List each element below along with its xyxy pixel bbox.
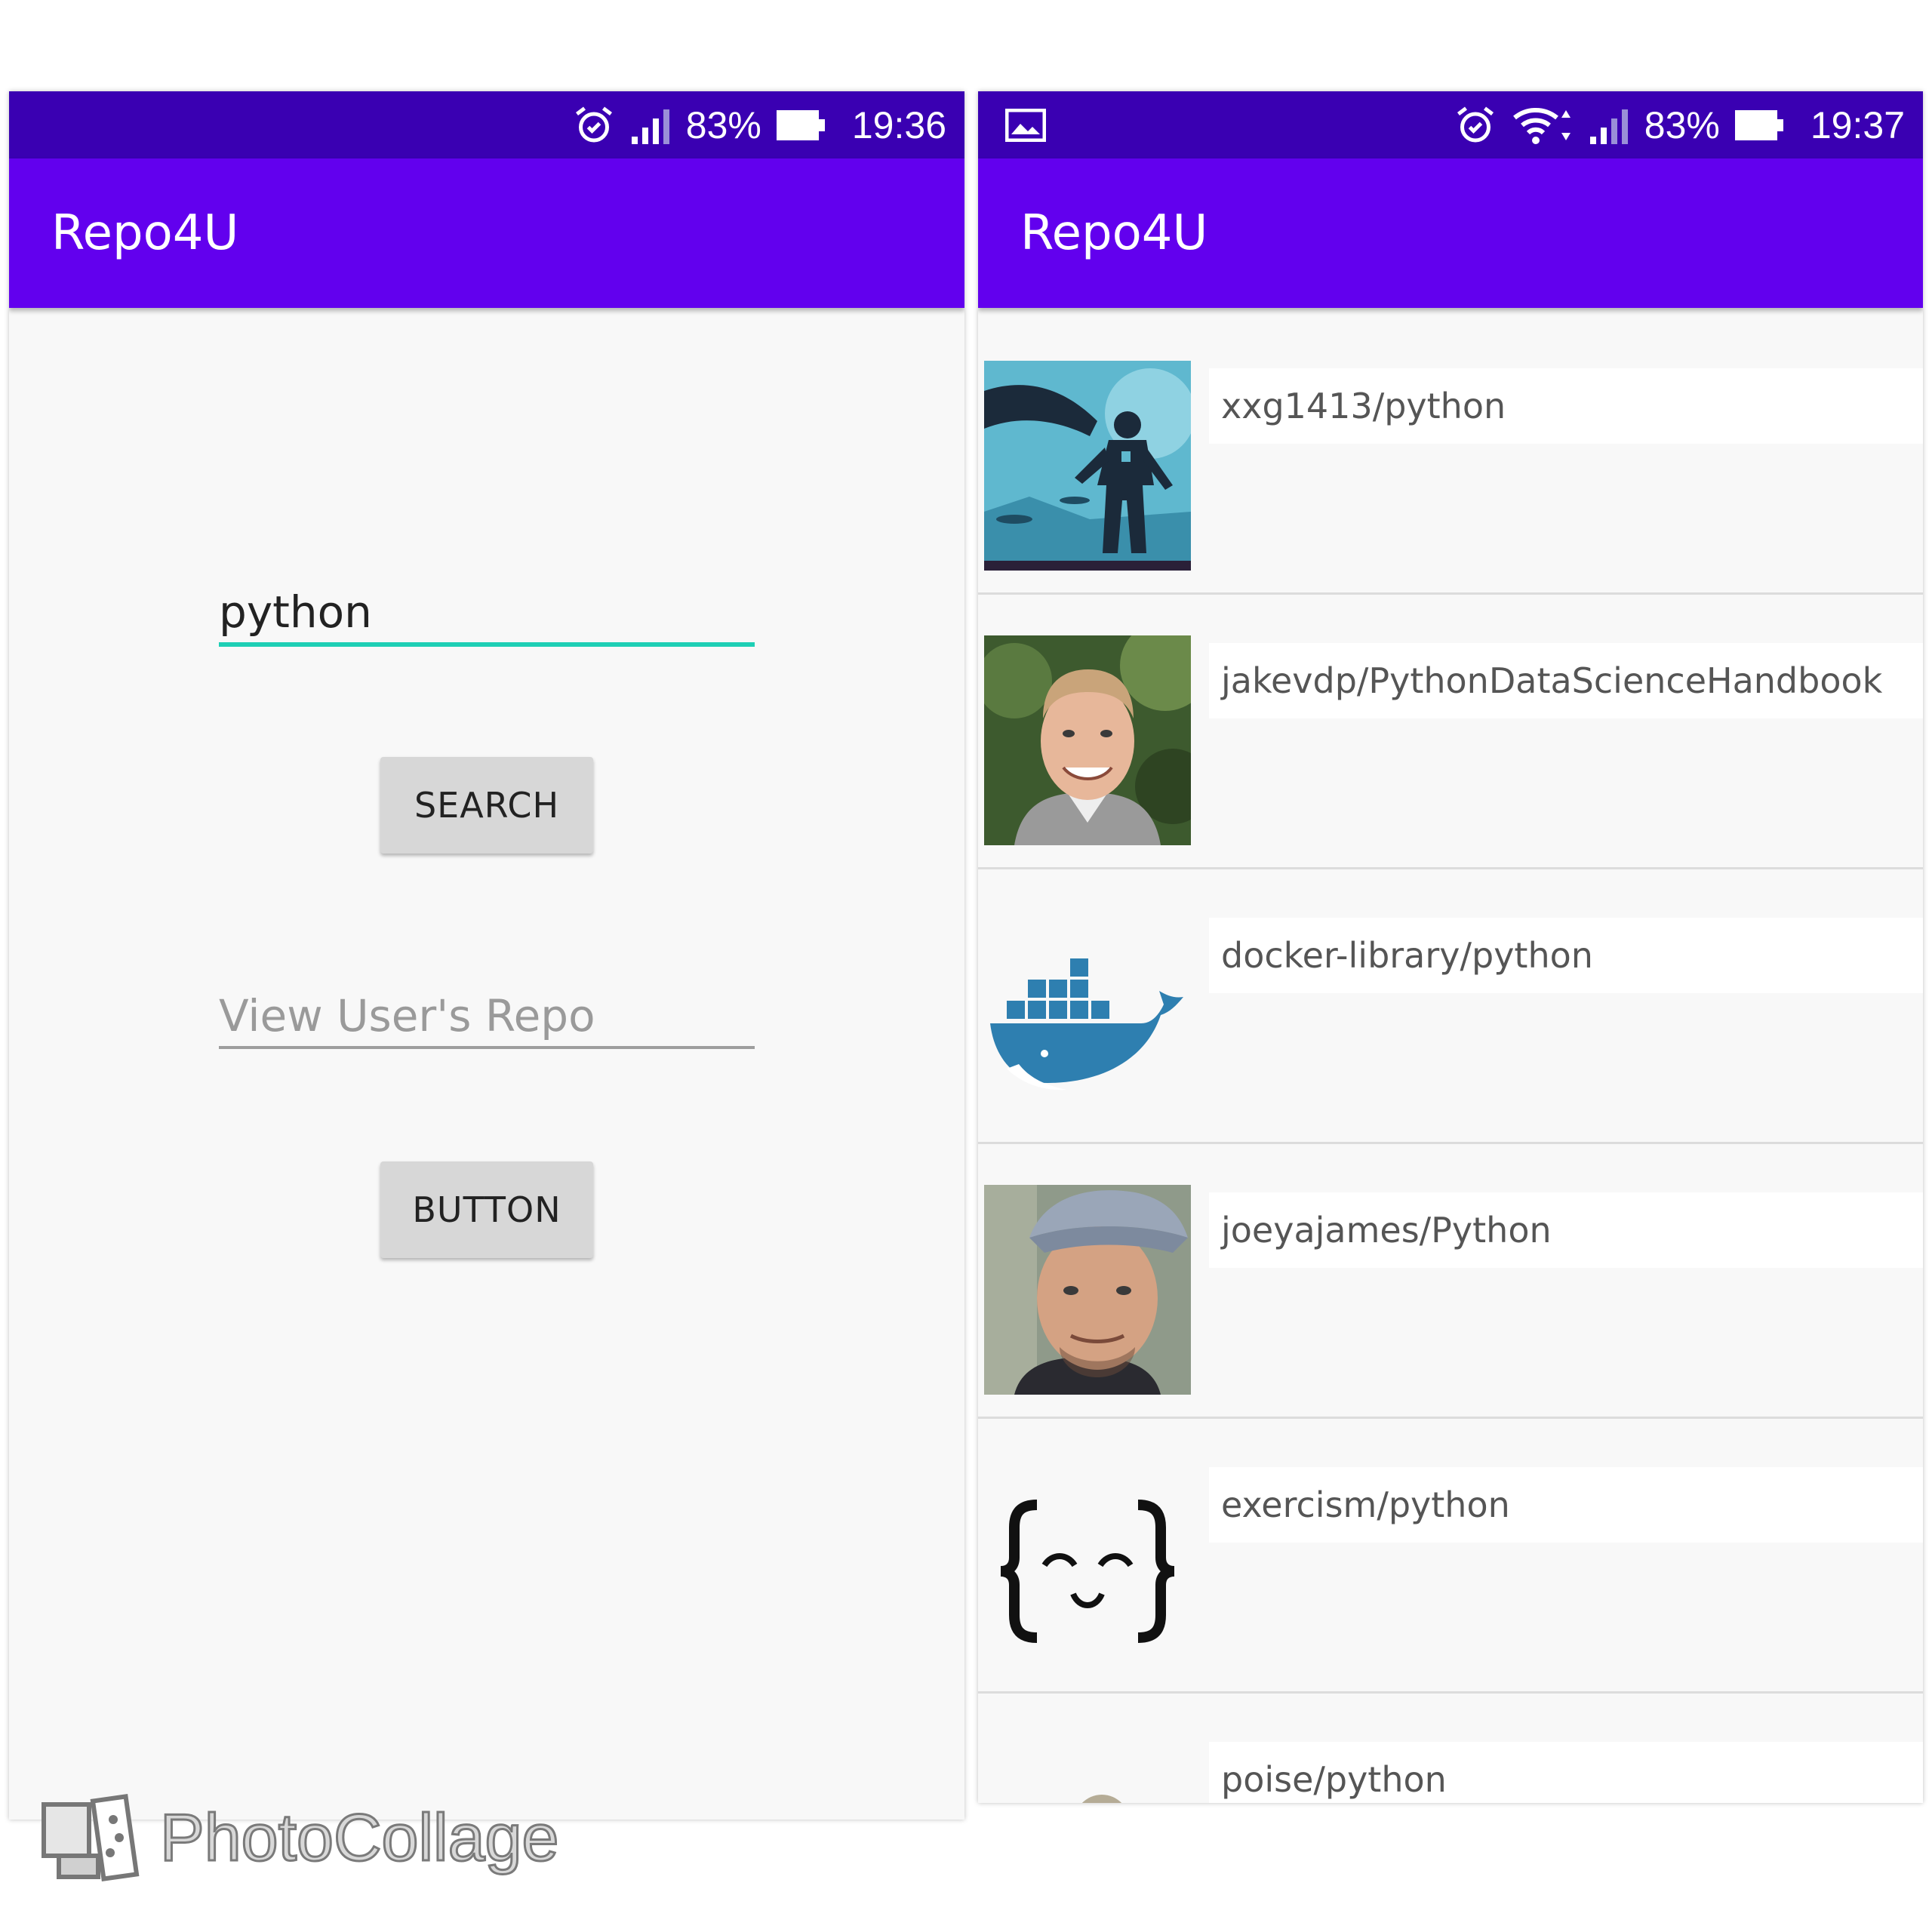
battery-percent: 83% [1644, 103, 1720, 146]
search-input[interactable]: python [219, 582, 755, 647]
repo-name: xxg1413/python [1221, 386, 1506, 426]
battery-percent: 83% [685, 103, 761, 146]
repo-name-bar: joeyajames/Python [1209, 1192, 1923, 1268]
docker-whale-avatar [984, 910, 1191, 1120]
repo-name-bar: xxg1413/python [1209, 368, 1923, 444]
repo-name: exercism/python [1221, 1484, 1510, 1525]
repo-name-bar: poise/python [1209, 1742, 1923, 1803]
photocollage-logo-icon [41, 1783, 146, 1892]
view-user-button[interactable]: BUTTON [380, 1161, 593, 1258]
status-time: 19:36 [851, 103, 946, 146]
generic-avatar [984, 1734, 1191, 1803]
repo-name: poise/python [1221, 1759, 1447, 1800]
status-bar: 83% 19:37 [978, 91, 1923, 158]
battery-icon [775, 109, 828, 142]
wifi-icon [1512, 104, 1575, 146]
watermark-text: PhotoCollage [158, 1799, 559, 1876]
exercism-braces-avatar [984, 1460, 1191, 1669]
repo-name-bar: exercism/python [1209, 1467, 1923, 1543]
repo-list-item[interactable]: poise/python [978, 1694, 1923, 1803]
right-screen: 83% 19:37 Repo4U xxg1413/python jakevdp/… [978, 91, 1923, 1803]
repo-list-item[interactable]: jakevdp/PythonDataScienceHandbook [978, 595, 1923, 869]
status-bar: 83% 19:36 [9, 91, 964, 158]
signal-icon [1589, 106, 1631, 144]
repo-name-bar: docker-library/python [1209, 918, 1923, 993]
view-user-repo-input[interactable]: View User's Repo [219, 986, 755, 1049]
person-cap-photo-avatar [984, 1185, 1191, 1395]
gallery-notification-icon [1005, 108, 1046, 142]
photocollage-watermark: PhotoCollage [41, 1781, 560, 1894]
signal-icon [630, 106, 672, 144]
app-title: Repo4U [1020, 205, 1208, 261]
repo-name-bar: jakevdp/PythonDataScienceHandbook [1209, 643, 1923, 718]
alarm-icon [1453, 103, 1498, 148]
repo-list-item[interactable]: xxg1413/python [978, 320, 1923, 595]
repo-name: joeyajames/Python [1221, 1210, 1552, 1251]
search-button[interactable]: SEARCH [380, 757, 593, 854]
repo-list-item[interactable]: docker-library/python [978, 869, 1923, 1144]
illustration-avatar [984, 361, 1191, 571]
repo-name: jakevdp/PythonDataScienceHandbook [1221, 660, 1883, 701]
repo-name: docker-library/python [1221, 935, 1593, 976]
app-bar: Repo4U [978, 158, 1923, 308]
left-screen: 83% 19:36 Repo4U python SEARCH View User… [9, 91, 964, 1820]
alarm-icon [571, 103, 617, 148]
app-bar: Repo4U [9, 158, 964, 308]
status-time: 19:37 [1810, 103, 1905, 146]
repo-list-item[interactable]: exercism/python [978, 1419, 1923, 1694]
battery-icon [1734, 109, 1786, 142]
person-photo-avatar [984, 635, 1191, 845]
repo-list-item[interactable]: joeyajames/Python [978, 1144, 1923, 1419]
app-title: Repo4U [51, 205, 239, 261]
